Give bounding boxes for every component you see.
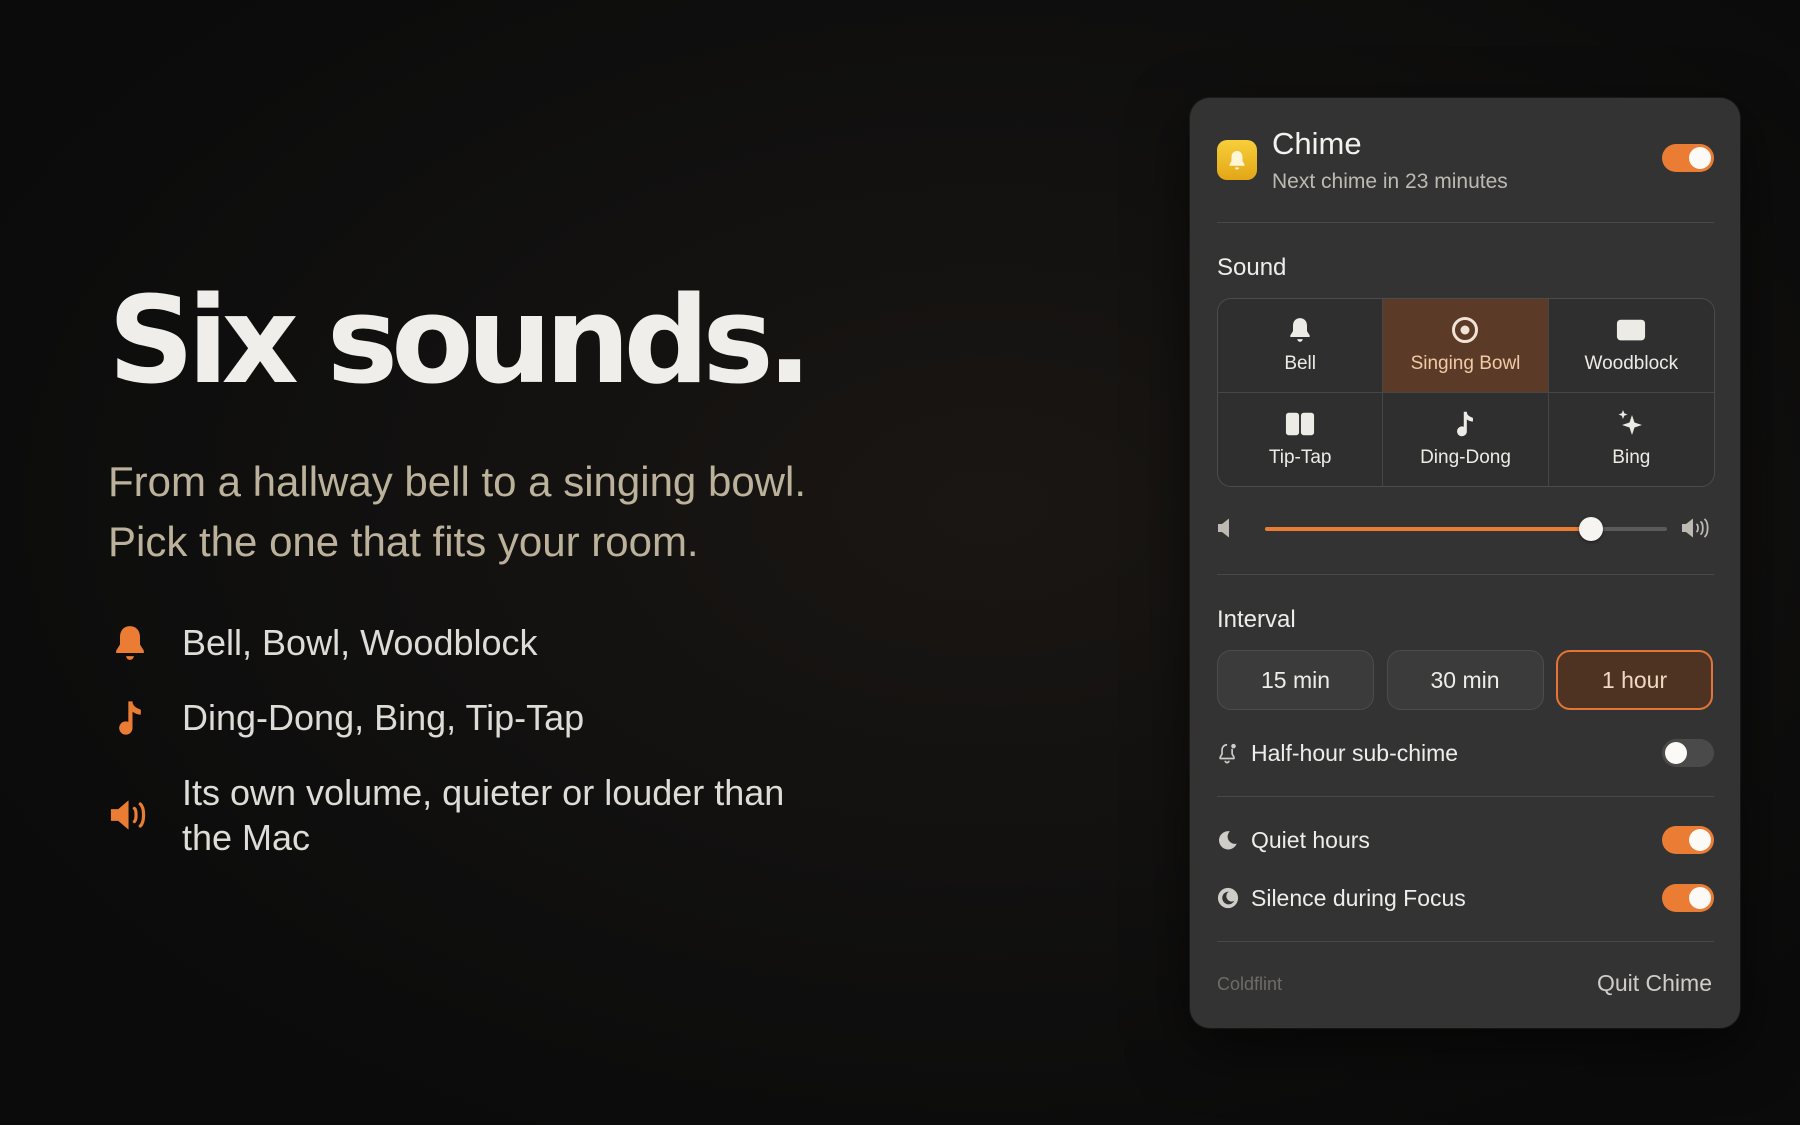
interval-1-hour-button[interactable]: 1 hour — [1556, 650, 1713, 710]
silence-focus-label: Silence during Focus — [1251, 884, 1466, 911]
half-hour-toggle[interactable] — [1662, 739, 1714, 767]
sound-option-tip-tap[interactable]: Tip-Tap — [1218, 392, 1384, 486]
quit-button[interactable]: Quit Chime — [1597, 970, 1712, 997]
interval-30-min-button[interactable]: 30 min — [1386, 650, 1544, 710]
chime-menu-panel: Chime Next chime in 23 minutes Sound Bel… — [1190, 98, 1740, 1028]
toggle-knob — [1665, 742, 1687, 764]
sound-option-woodblock[interactable]: Woodblock — [1548, 299, 1714, 393]
hero-subtitle-line: Pick the one that fits your room. — [108, 518, 699, 565]
sound-picker: Bell Singing Bowl Woodblock Tip-Tap Ding… — [1217, 298, 1715, 487]
sound-label: Woodblock — [1584, 353, 1679, 375]
sound-option-singing-bowl[interactable]: Singing Bowl — [1383, 299, 1549, 393]
divider — [1217, 222, 1714, 223]
hero-section: Six sounds. From a hallway bell to a sin… — [108, 282, 868, 890]
interval-15-min-button[interactable]: 15 min — [1217, 650, 1374, 710]
volume-low-icon — [1217, 517, 1235, 544]
toggle-knob — [1689, 147, 1711, 169]
app-icon — [1217, 140, 1257, 180]
feature-item: Ding-Dong, Bing, Tip-Tap — [108, 695, 868, 740]
moon-icon — [1217, 829, 1239, 851]
sound-label: Bing — [1612, 447, 1651, 469]
footer-brand: Coldflint — [1217, 974, 1283, 994]
volume-slider-fill — [1265, 527, 1591, 531]
speaker-icon — [108, 793, 152, 837]
bell-badge-icon — [1217, 742, 1239, 764]
toggle-knob — [1689, 887, 1711, 909]
hero-subtitle: From a hallway bell to a singing bowl. P… — [108, 452, 868, 572]
feature-item: Bell, Bowl, Woodblock — [108, 620, 868, 665]
volume-high-icon — [1681, 517, 1713, 544]
silence-focus-row: Silence during Focus — [1217, 883, 1713, 913]
app-title: Chime — [1272, 126, 1362, 161]
sound-label: Singing Bowl — [1410, 353, 1521, 375]
next-chime-status: Next chime in 23 minutes — [1272, 170, 1508, 193]
sound-section-label: Sound — [1217, 254, 1287, 281]
half-hour-label: Half-hour sub-chime — [1251, 739, 1459, 766]
sound-option-ding-dong[interactable]: Ding-Dong — [1383, 392, 1549, 486]
sound-label: Bell — [1284, 353, 1316, 375]
quiet-hours-toggle[interactable] — [1662, 826, 1714, 854]
music-note-icon — [108, 696, 152, 740]
divider — [1217, 796, 1714, 797]
music-note-icon — [1450, 409, 1480, 439]
singing-bowl-icon — [1450, 315, 1480, 345]
feature-text: Ding-Dong, Bing, Tip-Tap — [182, 697, 585, 738]
divider — [1217, 941, 1714, 942]
feature-text: Bell, Bowl, Woodblock — [182, 622, 538, 663]
feature-list: Bell, Bowl, Woodblock Ding-Dong, Bing, T… — [108, 620, 868, 860]
half-hour-row: Half-hour sub-chime — [1217, 738, 1713, 768]
hero-subtitle-line: From a hallway bell to a singing bowl. — [108, 458, 807, 505]
interval-picker: 15 min 30 min 1 hour — [1217, 650, 1713, 712]
quiet-hours-row: Quiet hours — [1217, 825, 1713, 855]
volume-slider[interactable] — [1265, 517, 1667, 541]
focus-moon-icon — [1217, 887, 1239, 909]
sound-label: Tip-Tap — [1268, 447, 1332, 469]
tip-tap-icon — [1285, 409, 1315, 439]
feature-text: Its own volume, quieter or louder than t… — [182, 772, 785, 858]
sound-option-bell[interactable]: Bell — [1218, 299, 1384, 393]
sound-option-bing[interactable]: Bing — [1549, 393, 1714, 487]
toggle-knob — [1689, 829, 1711, 851]
woodblock-icon — [1616, 315, 1646, 345]
hero-title: Six sounds. — [108, 272, 812, 411]
divider — [1217, 574, 1714, 575]
silence-focus-toggle[interactable] — [1662, 884, 1714, 912]
quiet-hours-label: Quiet hours — [1251, 826, 1370, 853]
bell-icon — [1285, 315, 1315, 345]
sound-label: Ding-Dong — [1420, 447, 1511, 469]
volume-control — [1217, 513, 1713, 545]
sparkle-icon — [1616, 409, 1646, 439]
chime-enabled-toggle[interactable] — [1662, 144, 1714, 172]
bell-icon — [108, 621, 152, 665]
interval-section-label: Interval — [1217, 606, 1296, 633]
feature-item: Its own volume, quieter or louder than t… — [108, 770, 868, 860]
volume-slider-thumb[interactable] — [1578, 517, 1603, 541]
